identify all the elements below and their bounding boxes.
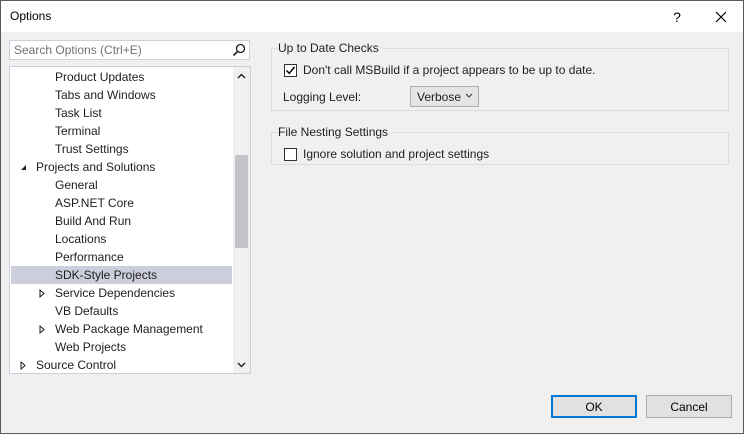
ignore-settings-checkbox-label[interactable]: Ignore solution and project settings — [303, 147, 489, 161]
options-tree[interactable]: Product Updates Tabs and Windows Task List… — [9, 66, 251, 374]
tree-item-label: Trust Settings — [55, 142, 129, 156]
tree-item-label: VB Defaults — [55, 304, 119, 318]
tree-item-label: Tabs and Windows — [55, 88, 156, 102]
tree-item-label: Web Projects — [55, 340, 127, 354]
expanded-triangle-icon[interactable] — [18, 158, 28, 176]
tree-item[interactable]: ASP.NET Core — [11, 194, 232, 212]
logging-level-label: Logging Level: — [283, 90, 362, 104]
tree-item-label: Product Updates — [55, 70, 145, 84]
tree-item[interactable]: Source Control — [11, 356, 232, 373]
cancel-button[interactable]: Cancel — [646, 395, 732, 418]
tree-item[interactable]: Locations — [11, 230, 232, 248]
collapsed-triangle-icon[interactable] — [18, 356, 28, 373]
tree-item[interactable]: SDK-Style Projects — [11, 266, 232, 284]
scroll-thumb[interactable] — [235, 155, 248, 248]
tree-item[interactable]: Web Projects — [11, 338, 232, 356]
tree-item-label: ASP.NET Core — [55, 196, 134, 210]
options-dialog: Options ? Product Updates Tabs and Window… — [0, 0, 744, 434]
ignore-settings-checkbox[interactable] — [284, 147, 297, 161]
tree-item-label: General — [55, 178, 98, 192]
tree-item[interactable]: Task List — [11, 104, 232, 122]
up-to-date-group-title: Up to Date Checks — [278, 41, 383, 55]
tree-item[interactable]: Web Package Management — [11, 320, 232, 338]
search-box[interactable] — [9, 40, 250, 60]
msbuild-checkbox-row[interactable]: Don't call MSBuild if a project appears … — [284, 62, 595, 78]
tree-item[interactable]: Build And Run — [11, 212, 232, 230]
chevron-down-icon — [237, 362, 246, 367]
tree-item[interactable]: VB Defaults — [11, 302, 232, 320]
search-input[interactable] — [14, 42, 224, 58]
tree-item[interactable]: Product Updates — [11, 68, 232, 86]
tree-item[interactable]: Trust Settings — [11, 140, 232, 158]
tree-item-label: Performance — [55, 250, 124, 264]
tree-item[interactable]: Projects and Solutions — [11, 158, 232, 176]
title-bar: Options ? — [1, 1, 743, 32]
tree-item[interactable]: Terminal — [11, 122, 232, 140]
tree-item-label: Locations — [55, 232, 107, 246]
tree-item[interactable]: Tabs and Windows — [11, 86, 232, 104]
tree-item-label: Projects and Solutions — [36, 160, 156, 174]
close-button[interactable] — [701, 1, 741, 32]
tree-item-label: Terminal — [55, 124, 101, 138]
search-icon[interactable] — [232, 43, 246, 57]
tree-item-label: Service Dependencies — [55, 286, 176, 300]
tree-item-label: Source Control — [36, 358, 117, 372]
tree-item-label: Build And Run — [55, 214, 132, 228]
msbuild-checkbox[interactable] — [284, 63, 297, 77]
tree-item[interactable]: Service Dependencies — [11, 284, 232, 302]
collapsed-triangle-icon[interactable] — [37, 320, 47, 338]
collapsed-triangle-icon[interactable] — [37, 284, 47, 302]
tree-item-label: Web Package Management — [55, 322, 203, 336]
tree-scrollbar[interactable] — [233, 67, 250, 373]
help-button[interactable]: ? — [657, 1, 697, 32]
file-nesting-group-title: File Nesting Settings — [278, 125, 393, 139]
chevron-down-icon — [465, 93, 473, 98]
ignore-settings-checkbox-row[interactable]: Ignore solution and project settings — [284, 146, 489, 162]
tree-item-label: SDK-Style Projects — [55, 268, 158, 282]
chevron-up-icon — [237, 73, 246, 78]
logging-level-value: Verbose — [417, 90, 462, 104]
tree-item-label: Task List — [55, 106, 102, 120]
close-icon — [715, 11, 727, 22]
logging-level-select[interactable]: Verbose — [410, 86, 479, 107]
msbuild-checkbox-label[interactable]: Don't call MSBuild if a project appears … — [303, 63, 595, 77]
window-title: Options — [10, 9, 52, 23]
scroll-up-button[interactable] — [233, 67, 250, 84]
tree-item[interactable]: General — [11, 176, 232, 194]
ok-button[interactable]: OK — [551, 395, 637, 418]
scroll-down-button[interactable] — [233, 356, 250, 373]
tree-item[interactable]: Performance — [11, 248, 232, 266]
checkmark-icon — [285, 66, 296, 74]
